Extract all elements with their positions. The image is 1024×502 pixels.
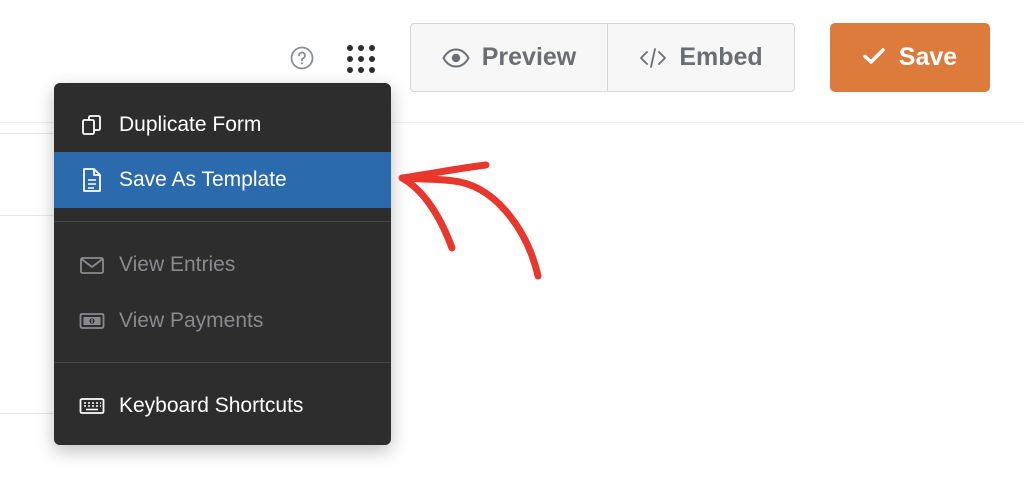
preview-label: Preview	[481, 43, 577, 71]
background-divider	[0, 215, 60, 216]
menu-item-label: View Payments	[119, 309, 264, 332]
eye-icon	[442, 47, 470, 68]
preview-button[interactable]: Preview	[411, 24, 608, 91]
keyboard-icon	[79, 393, 105, 419]
form-actions-menu: Duplicate Form Save As Template View Ent…	[54, 83, 391, 445]
embed-label: Embed	[679, 43, 763, 71]
embed-button[interactable]: Embed	[608, 24, 794, 91]
duplicate-icon	[79, 112, 105, 138]
background-divider	[0, 133, 60, 134]
save-label: Save	[898, 43, 958, 71]
money-icon	[79, 308, 105, 334]
grid-dots-icon[interactable]	[345, 43, 377, 75]
menu-item-view-entries[interactable]: View Entries	[54, 237, 391, 293]
code-icon	[639, 47, 667, 69]
save-button[interactable]: Save	[830, 23, 990, 92]
menu-item-label: Keyboard Shortcuts	[119, 394, 304, 417]
menu-divider	[54, 362, 391, 363]
menu-item-duplicate-form[interactable]: Duplicate Form	[54, 97, 391, 153]
help-question-icon[interactable]	[290, 46, 314, 70]
menu-item-label: View Entries	[119, 253, 236, 276]
menu-item-save-as-template[interactable]: Save As Template	[54, 152, 391, 208]
preview-embed-group: Preview Embed	[410, 23, 795, 92]
background-divider	[0, 413, 60, 414]
red-arrow-annotation	[398, 161, 542, 280]
envelope-icon	[79, 252, 105, 278]
menu-item-label: Duplicate Form	[119, 113, 262, 136]
menu-item-view-payments[interactable]: View Payments	[54, 293, 391, 349]
menu-item-keyboard-shortcuts[interactable]: Keyboard Shortcuts	[54, 378, 391, 434]
menu-item-label: Save As Template	[119, 168, 287, 191]
checkmark-icon	[863, 43, 885, 72]
document-icon	[79, 167, 105, 193]
menu-divider	[54, 221, 391, 222]
